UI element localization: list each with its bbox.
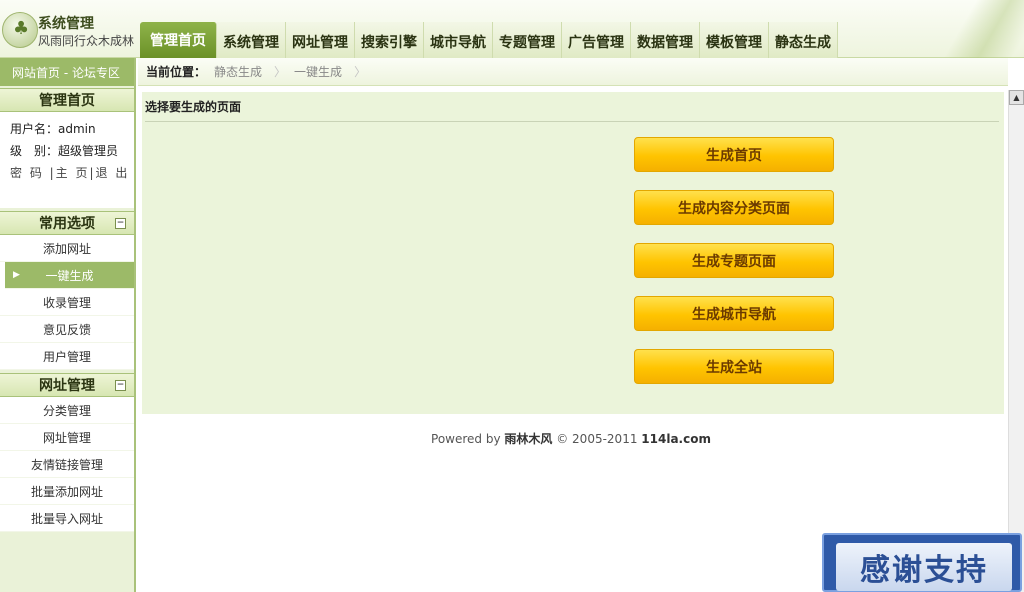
sidebar-item-friend-links[interactable]: 友情链接管理 — [0, 451, 134, 478]
chevron-right-icon: 〉 — [274, 65, 287, 79]
divider — [145, 121, 999, 122]
sidebar-top-link[interactable]: 网站首页 - 论坛专区 — [0, 58, 134, 86]
tab-topics[interactable]: 专题管理 — [493, 22, 562, 58]
sidebar-item-url-manage[interactable]: 网址管理 — [0, 424, 134, 451]
logo-title: 系统管理 — [38, 16, 94, 32]
collapse-icon[interactable]: − — [115, 380, 126, 391]
tab-city-nav[interactable]: 城市导航 — [424, 22, 493, 58]
sidebar-item-feedback[interactable]: 意见反馈 — [0, 316, 134, 343]
tab-static-gen[interactable]: 静态生成 — [769, 22, 838, 58]
group-title: 常用选项 — [39, 216, 95, 232]
level-line: 级 别：超级管理员 — [10, 144, 119, 158]
footer-site[interactable]: 114la.com — [641, 432, 711, 446]
breadcrumb: 当前位置： 静态生成 〉 一键生成 〉 — [138, 58, 1008, 86]
sidebar-item-categories[interactable]: 分类管理 — [0, 397, 134, 424]
user-info: 用户名：admin 级 别：超级管理员 密 码 |主 页|退 出 — [0, 112, 134, 208]
tab-templates[interactable]: 模板管理 — [700, 22, 769, 58]
tab-data[interactable]: 数据管理 — [631, 22, 700, 58]
sidebar-home-header: 管理首页 — [0, 88, 134, 112]
group-title: 网址管理 — [39, 378, 95, 394]
breadcrumb-item-static[interactable]: 静态生成 — [214, 63, 270, 80]
generate-home-button[interactable]: 生成首页 — [634, 137, 834, 172]
footer: Powered by 雨林木风 © 2005-2011 114la.com — [138, 430, 1004, 447]
chevron-right-icon: 〉 — [354, 65, 367, 79]
url-items: 分类管理 网址管理 友情链接管理 批量添加网址 批量导入网址 — [0, 397, 134, 532]
logo-subtitle: 风雨同行众木成林 — [38, 34, 135, 48]
sidebar-item-batch-add[interactable]: 批量添加网址 — [0, 478, 134, 505]
generate-all-button[interactable]: 生成全站 — [634, 349, 834, 384]
arrow-right-icon: ▶ — [13, 270, 20, 280]
sidebar-item-add-url[interactable]: 添加网址 — [0, 235, 134, 262]
tab-search-engine[interactable]: 搜索引擎 — [355, 22, 424, 58]
breadcrumb-label: 当前位置： — [146, 65, 207, 79]
bamboo-decoration — [942, 0, 1024, 58]
sidebar-item-indexing[interactable]: 收录管理 — [0, 289, 134, 316]
scroll-up-icon[interactable]: ▲ — [1009, 90, 1024, 105]
tab-url-manage[interactable]: 网址管理 — [286, 22, 355, 58]
logo: ♣ 系统管理 风雨同行众木成林 — [2, 10, 136, 56]
collapse-icon[interactable]: − — [115, 218, 126, 229]
sidebar-item-batch-import[interactable]: 批量导入网址 — [0, 505, 134, 532]
user-links[interactable]: 密 码 |主 页|退 出 — [10, 162, 134, 184]
panel-title: 选择要生成的页面 — [145, 100, 242, 114]
thanks-text: 感谢支持 — [836, 543, 1012, 591]
footer-brand: 雨林木风 — [504, 432, 553, 446]
sidebar-item-users[interactable]: 用户管理 — [0, 343, 134, 370]
thanks-banner[interactable]: 感谢支持 — [822, 533, 1022, 592]
footer-copyright: © 2005-2011 — [552, 432, 642, 446]
breadcrumb-item-current: 一键生成 — [294, 65, 343, 79]
main-tabs: 管理首页 系统管理 网址管理 搜索引擎 城市导航 专题管理 广告管理 数据管理 … — [140, 22, 838, 58]
tab-admin-home[interactable]: 管理首页 — [140, 22, 217, 58]
generate-category-button[interactable]: 生成内容分类页面 — [634, 190, 834, 225]
sidebar: 网站首页 - 论坛专区 管理首页 用户名：admin 级 别：超级管理员 密 码… — [0, 58, 136, 592]
tree-icon: ♣ — [13, 18, 30, 39]
sidebar-home-title: 管理首页 — [39, 93, 95, 109]
footer-prefix: Powered by — [431, 432, 505, 446]
generate-panel: 选择要生成的页面 生成首页 生成内容分类页面 生成专题页面 生成城市导航 生成全… — [142, 92, 1004, 414]
generate-city-nav-button[interactable]: 生成城市导航 — [634, 296, 834, 331]
main-content: 当前位置： 静态生成 〉 一键生成 〉 选择要生成的页面 生成首页 生成内容分类… — [138, 58, 1008, 592]
username-line: 用户名：admin — [10, 122, 96, 136]
vertical-scrollbar[interactable]: ▲ — [1008, 90, 1024, 592]
generate-topic-button[interactable]: 生成专题页面 — [634, 243, 834, 278]
top-header: ♣ 系统管理 风雨同行众木成林 管理首页 系统管理 网址管理 搜索引擎 城市导航… — [0, 0, 1024, 58]
sidebar-group-url[interactable]: 网址管理 − — [0, 373, 134, 397]
sidebar-group-common[interactable]: 常用选项 − — [0, 211, 134, 235]
sidebar-item-label: 一键生成 — [45, 268, 94, 283]
sidebar-item-one-click-generate[interactable]: ▶ 一键生成 — [5, 262, 134, 289]
tab-ads[interactable]: 广告管理 — [562, 22, 631, 58]
tab-system[interactable]: 系统管理 — [217, 22, 286, 58]
common-items: 添加网址 ▶ 一键生成 收录管理 意见反馈 用户管理 — [0, 235, 134, 370]
